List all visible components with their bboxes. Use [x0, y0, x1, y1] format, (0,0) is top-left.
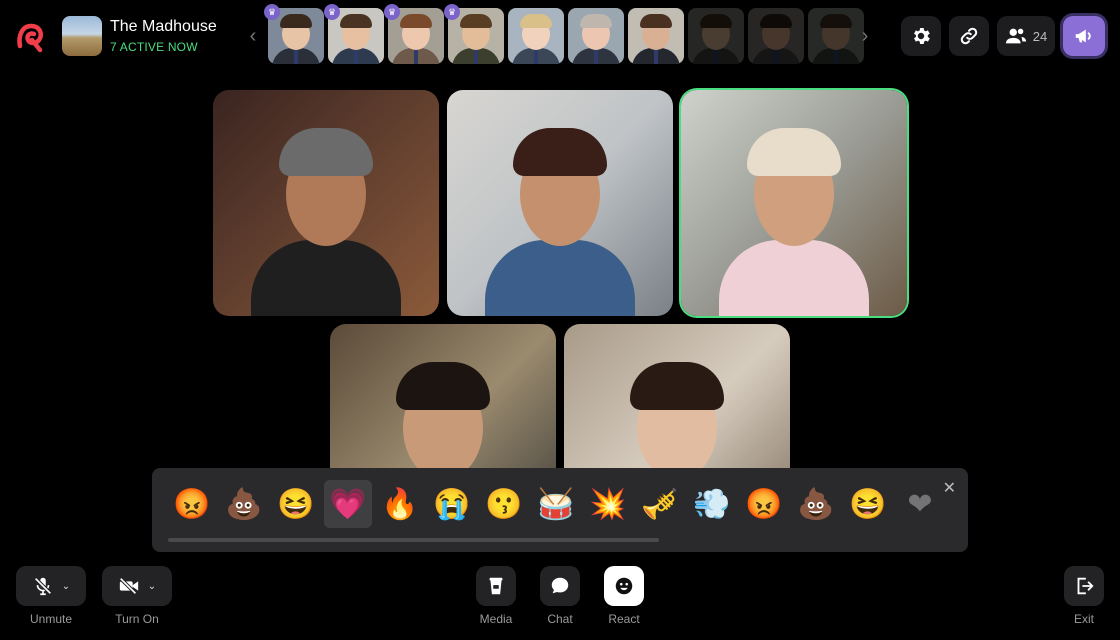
megaphone-icon [1075, 29, 1091, 43]
heart-emoji[interactable]: ❤ [896, 480, 944, 528]
exit-door-icon [1077, 577, 1094, 595]
unmute-label: Unmute [29, 612, 73, 626]
unmute-button[interactable]: ⌄ [16, 566, 86, 606]
participant-avatar[interactable] [688, 8, 744, 64]
settings-button[interactable] [901, 16, 941, 56]
laughing-emoji[interactable]: 😆 [272, 480, 320, 528]
mic-off-icon [34, 577, 52, 596]
gear-icon [914, 28, 930, 44]
fart-cloud-emoji[interactable]: 💨 [688, 480, 736, 528]
announce-button[interactable] [1063, 16, 1105, 56]
chat-button[interactable] [540, 566, 580, 606]
trumpet-emoji[interactable]: 🎺 [636, 480, 684, 528]
poop-emoji[interactable]: 💩 [220, 480, 268, 528]
room-thumbnail[interactable] [62, 16, 102, 56]
exit-button[interactable] [1064, 566, 1104, 606]
poop-emoji[interactable]: 💩 [792, 480, 840, 528]
copy-link-button[interactable] [949, 16, 989, 56]
heart-emoji[interactable]: 💗 [324, 480, 372, 528]
participants-button[interactable]: 24 [997, 16, 1055, 56]
fire-emoji[interactable]: 🔥 [376, 480, 424, 528]
react-button[interactable] [604, 566, 644, 606]
crown-icon: ♛ [384, 4, 400, 20]
media-label: Media [479, 612, 513, 626]
drum-emoji[interactable]: 🥁 [532, 480, 580, 528]
camera-off-icon [119, 577, 138, 595]
chevron-down-icon[interactable]: ⌄ [148, 581, 156, 592]
laughing-emoji[interactable]: 😆 [844, 480, 892, 528]
turn-on-label: Turn On [115, 612, 159, 626]
app-logo-icon [17, 23, 43, 53]
participant-count: 24 [1032, 28, 1048, 44]
exit-label: Exit [1073, 612, 1094, 626]
react-label: React [608, 612, 640, 626]
angry-emoji[interactable]: 😡 [168, 480, 216, 528]
chevron-down-icon[interactable]: ⌄ [62, 581, 70, 592]
close-icon[interactable]: ✕ [943, 478, 956, 498]
link-icon [960, 27, 978, 45]
strip-prev-arrow-icon[interactable]: ‹ [246, 24, 260, 48]
video-tile[interactable] [447, 90, 673, 316]
reaction-scrollbar[interactable] [168, 538, 659, 542]
participant-avatar[interactable] [628, 8, 684, 64]
camera-button[interactable]: ⌄ [102, 566, 172, 606]
media-button[interactable] [476, 566, 516, 606]
app-logo[interactable] [14, 20, 48, 54]
explosion-emoji[interactable]: 💥 [584, 480, 632, 528]
crown-icon: ♛ [324, 4, 340, 20]
participant-avatar[interactable] [508, 8, 564, 64]
smiley-icon [615, 577, 633, 595]
strip-next-arrow-icon[interactable]: › [858, 24, 872, 48]
participant-avatar[interactable] [568, 8, 624, 64]
media-cup-icon [489, 577, 503, 595]
angry-emoji[interactable]: 😡 [740, 480, 788, 528]
crying-emoji[interactable]: 😭 [428, 480, 476, 528]
participant-avatar[interactable] [808, 8, 864, 64]
whistling-emoji[interactable]: 😗 [480, 480, 528, 528]
active-count: 7 ACTIVE NOW [110, 40, 198, 54]
video-tile[interactable] [681, 90, 907, 316]
chat-bubble-icon [551, 577, 569, 594]
chat-label: Chat [547, 612, 573, 626]
participant-avatar[interactable] [748, 8, 804, 64]
reaction-panel: 😡 💩 😆 💗 🔥 😭 😗 🥁 💥 🎺 💨 😡 💩 😆 ❤ ✕ [152, 468, 968, 552]
crown-icon: ♛ [264, 4, 280, 20]
people-icon [1005, 28, 1026, 44]
crown-icon: ♛ [444, 4, 460, 20]
video-tile[interactable] [213, 90, 439, 316]
room-title[interactable]: The Madhouse [110, 18, 217, 36]
